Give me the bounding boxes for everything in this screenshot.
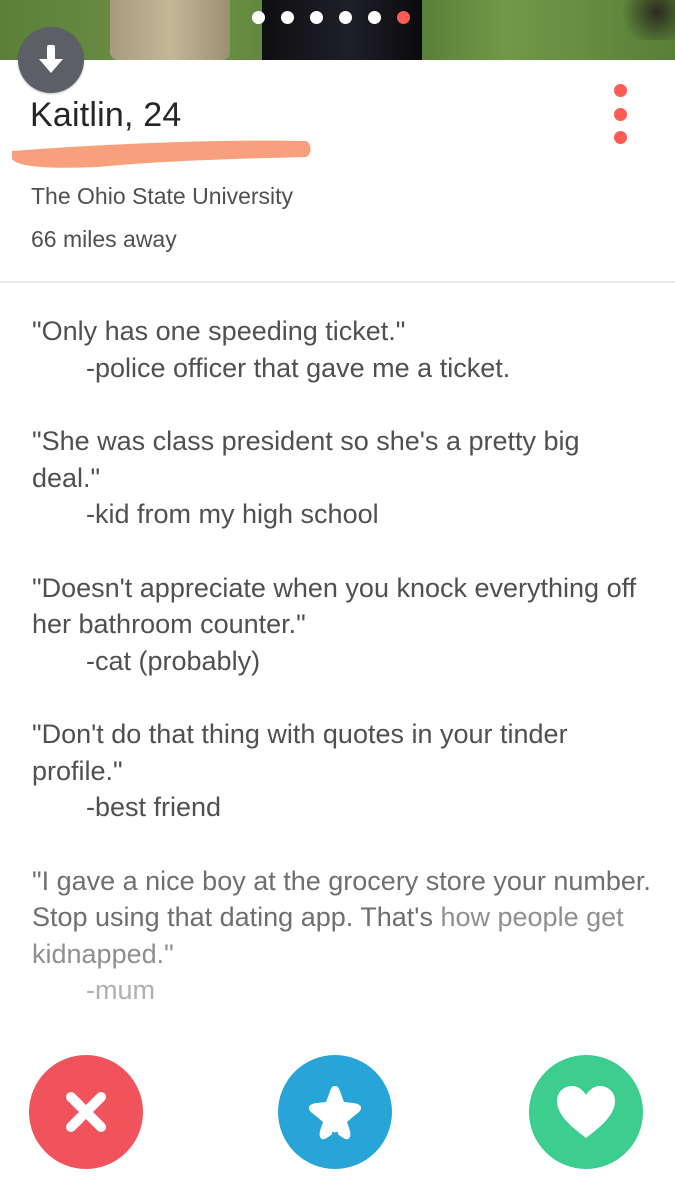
- bio-attribution: -best friend: [86, 792, 222, 822]
- photo-pagination: [252, 11, 410, 24]
- bio-quote: "She was class president so she's a pret…: [32, 426, 580, 493]
- photo-figure-left: [110, 0, 230, 60]
- profile-photo[interactable]: [0, 0, 675, 60]
- bio-quote: "Doesn't appreciate when you knock every…: [32, 572, 637, 640]
- action-bar: [0, 1055, 675, 1170]
- super-like-button[interactable]: [278, 1055, 392, 1169]
- bio-quote-block: "Only has one speeding ticket." -police …: [32, 313, 652, 386]
- bio-attribution: -kid from my high school: [86, 499, 379, 529]
- bio-attribution: -mum: [86, 975, 155, 1005]
- heart-icon: [557, 1086, 615, 1138]
- profile-bio: "Only has one speeding ticket." -police …: [32, 313, 652, 1046]
- photo-shadow: [615, 0, 675, 40]
- collapse-profile-button[interactable]: [18, 27, 84, 93]
- x-icon: [66, 1092, 106, 1132]
- bio-quote-block: "She was class president so she's a pret…: [32, 423, 652, 533]
- vertical-dots-icon-dot: [613, 131, 627, 144]
- profile-school: The Ohio State University: [31, 183, 294, 209]
- photo-dot[interactable]: [368, 11, 381, 24]
- profile-name-age: Kaitlin, 24: [30, 96, 182, 134]
- photo-figure-right: [262, 0, 422, 60]
- bio-attribution: -police officer that gave me a ticket.: [86, 352, 511, 383]
- more-options-button[interactable]: [606, 84, 634, 144]
- bio-quote-block: "Don't do that thing with quotes in your…: [32, 716, 652, 826]
- bio-quote-block: "Doesn't appreciate when you knock every…: [32, 570, 652, 680]
- photo-dot[interactable]: [252, 11, 265, 24]
- redaction-mark: [12, 140, 311, 168]
- profile-distance: 66 miles away: [31, 226, 177, 252]
- vertical-dots-icon: [613, 84, 627, 97]
- section-divider: [0, 281, 675, 283]
- photo-dot[interactable]: [339, 11, 352, 24]
- photo-dot[interactable]: [281, 11, 294, 24]
- bio-attribution: -cat (probably): [86, 645, 261, 676]
- nope-button[interactable]: [29, 1055, 143, 1169]
- like-button[interactable]: [529, 1055, 643, 1169]
- star-icon: [309, 1086, 361, 1142]
- arrow-down-icon: [39, 45, 63, 73]
- bio-quote: "Don't do that thing with quotes in your…: [32, 719, 568, 786]
- bio-quote: "Only has one speeding ticket.": [32, 316, 406, 346]
- photo-dot[interactable]: [310, 11, 323, 24]
- vertical-dots-icon-dot: [613, 107, 627, 121]
- bio-quote-block: "I gave a nice boy at the grocery store …: [32, 863, 652, 1009]
- photo-dot-active[interactable]: [397, 11, 410, 24]
